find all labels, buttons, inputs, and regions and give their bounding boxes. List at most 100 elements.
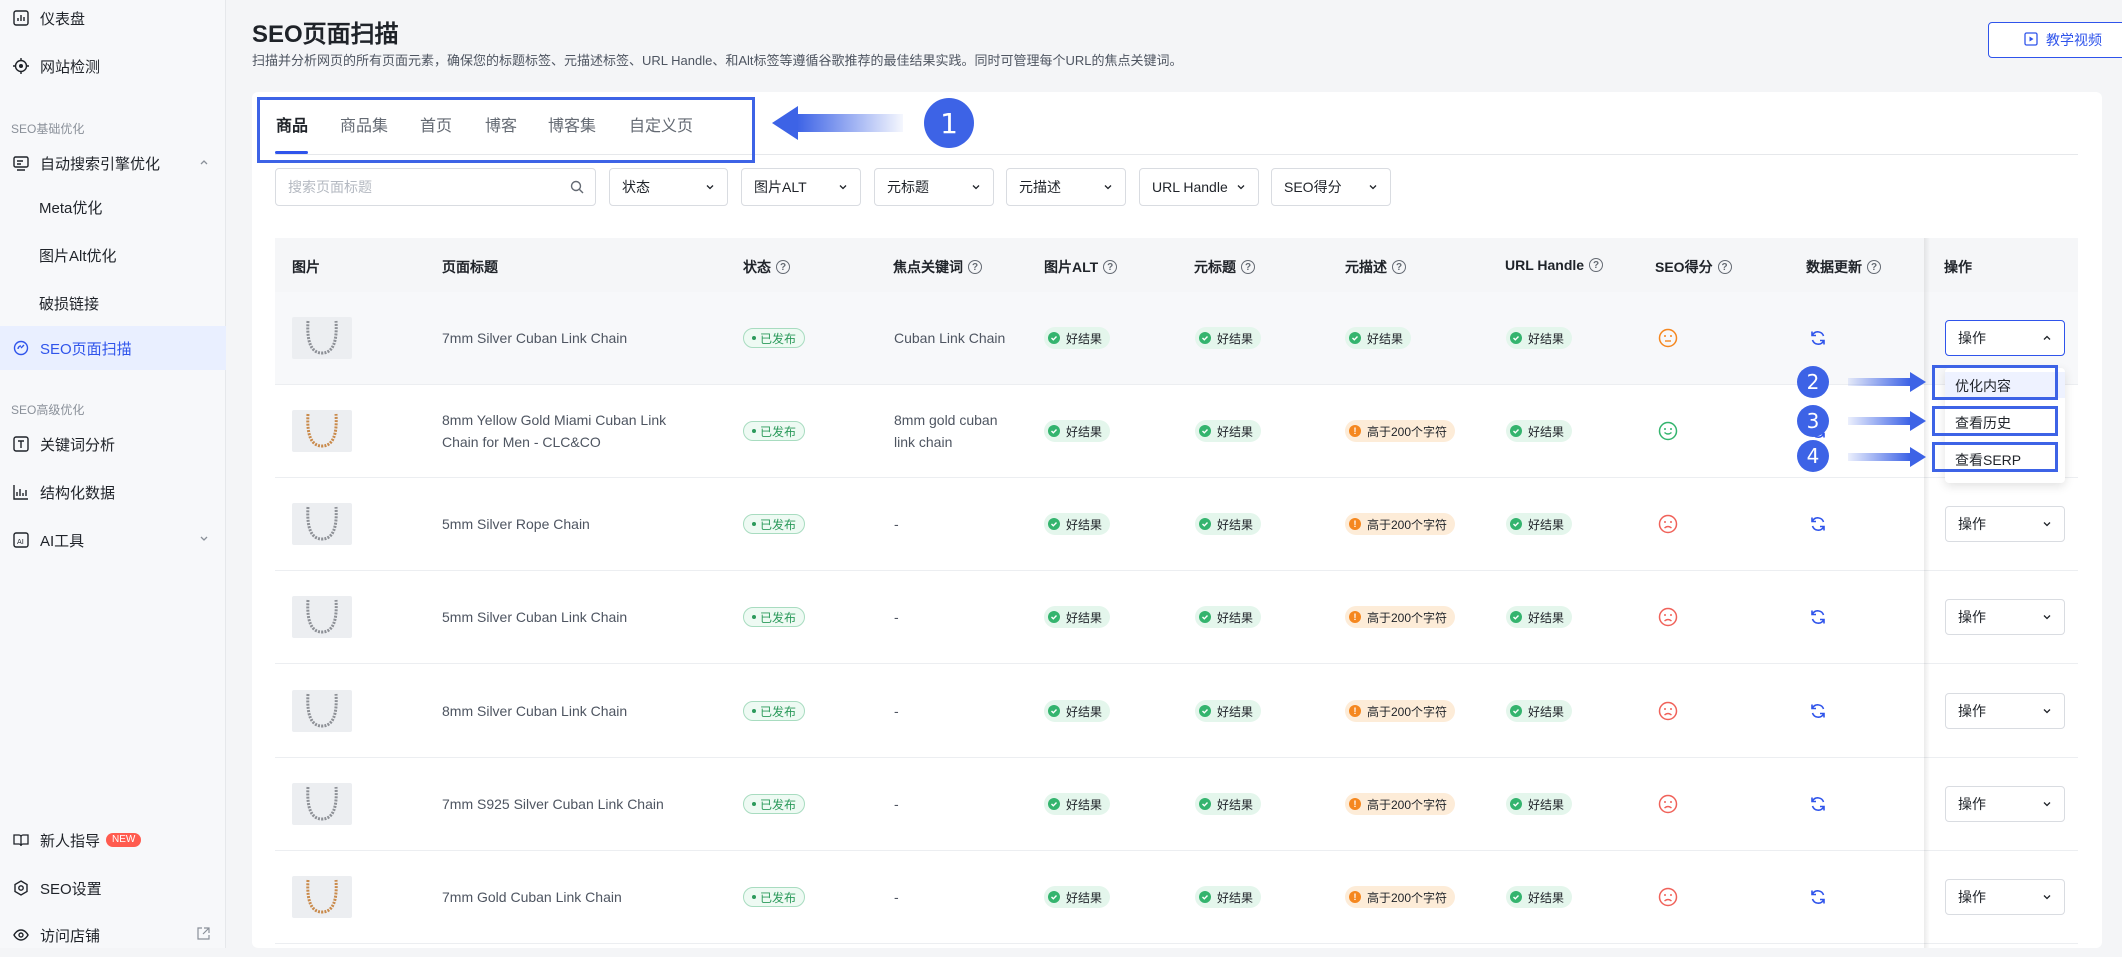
- action-select-label: 操作: [1958, 330, 1986, 346]
- meta-title-result-label: 好结果: [1217, 890, 1254, 905]
- help-icon[interactable]: ?: [1589, 258, 1604, 272]
- chevron-down-icon: [2042, 609, 2052, 625]
- status-label: 已发布: [760, 890, 797, 905]
- column-header-image: 图片: [292, 257, 320, 277]
- sidebar-item-structured-data[interactable]: 结构化数据: [0, 470, 226, 514]
- help-icon[interactable]: ?: [968, 260, 982, 274]
- status-label: 已发布: [760, 331, 797, 346]
- help-icon[interactable]: ?: [1241, 260, 1255, 274]
- column-header-label: 数据更新: [1806, 259, 1862, 275]
- refresh-icon[interactable]: [1809, 329, 1827, 347]
- sidebar-item-dashboard[interactable]: 仪表盘: [0, 0, 226, 40]
- group-title-basic: SEO基础优化: [11, 122, 85, 136]
- action-select[interactable]: 操作: [1945, 506, 2065, 542]
- column-header-label: 图片ALT: [1044, 259, 1099, 275]
- url-handle-result-label: 好结果: [1528, 517, 1565, 532]
- product-thumbnail: [292, 783, 352, 825]
- check-icon: [1199, 332, 1211, 344]
- sidebar-item-guide[interactable]: 新人指导 NEW: [0, 818, 226, 862]
- fixed-column-shadow: [1924, 238, 1930, 948]
- meta-desc-result-label: 高于200个字符: [1367, 610, 1448, 625]
- eye-icon: [12, 926, 30, 944]
- focus-keyword-cell: -: [894, 516, 899, 532]
- image-alt-filter[interactable]: 图片ALT: [741, 168, 861, 206]
- page-description: 扫描并分析网页的所有页面元素，确保您的标题标签、元描述标签、URL Handle…: [252, 53, 1183, 68]
- status-dot: [752, 336, 756, 340]
- sidebar-item-visit-store[interactable]: 访问店铺: [0, 913, 226, 957]
- page-title-cell[interactable]: 5mm Silver Rope Chain: [442, 513, 692, 535]
- url-handle-filter[interactable]: URL Handle: [1139, 168, 1259, 206]
- status-badge: 已发布: [743, 794, 806, 814]
- column-header-image-alt: 图片ALT?: [1044, 257, 1118, 277]
- page-title-cell[interactable]: 8mm Yellow Gold Miami Cuban Link Chain f…: [442, 409, 692, 453]
- refresh-icon[interactable]: [1809, 795, 1827, 813]
- meta-desc-filter-label: 元描述: [1019, 179, 1061, 195]
- page-title-cell[interactable]: 8mm Silver Cuban Link Chain: [442, 700, 692, 722]
- check-icon: [1048, 425, 1060, 437]
- check-icon: [1048, 611, 1060, 623]
- sidebar-item-image-alt[interactable]: 图片Alt优化: [0, 233, 226, 277]
- action-select[interactable]: 操作: [1945, 320, 2065, 356]
- sidebar-item-site-check[interactable]: 网站检测: [0, 44, 226, 88]
- refresh-icon[interactable]: [1809, 888, 1827, 906]
- meta-desc-filter[interactable]: 元描述: [1006, 168, 1126, 206]
- url-handle-result-label: 好结果: [1528, 610, 1565, 625]
- action-select[interactable]: 操作: [1945, 599, 2065, 635]
- action-select[interactable]: 操作: [1945, 786, 2065, 822]
- sidebar-item-ai-tools[interactable]: AI AI工具: [0, 518, 226, 562]
- action-select[interactable]: 操作: [1945, 879, 2065, 915]
- sidebar-item-keywords[interactable]: 关键词分析: [0, 422, 226, 466]
- page-title-cell[interactable]: 7mm Gold Cuban Link Chain: [442, 886, 692, 908]
- page-title-cell[interactable]: 5mm Silver Cuban Link Chain: [442, 606, 692, 628]
- column-header-label: SEO得分: [1655, 259, 1713, 275]
- action-select[interactable]: 操作: [1945, 693, 2065, 729]
- page-title-cell[interactable]: 7mm Silver Cuban Link Chain: [442, 327, 692, 349]
- sidebar-item-label: 访问店铺: [40, 927, 101, 945]
- url-handle-filter-label: URL Handle: [1152, 179, 1228, 195]
- status-filter[interactable]: 状态: [609, 168, 728, 206]
- image-alt-result-badge: 好结果: [1044, 886, 1111, 908]
- url-handle-result-badge: 好结果: [1506, 886, 1573, 908]
- meta-title-filter-label: 元标题: [887, 179, 929, 195]
- check-icon: [1199, 518, 1211, 530]
- refresh-icon[interactable]: [1809, 515, 1827, 533]
- seo-score-filter[interactable]: SEO得分: [1271, 168, 1391, 206]
- column-header-label: 元描述: [1345, 259, 1387, 275]
- refresh-icon[interactable]: [1809, 608, 1827, 626]
- sidebar-item-seo-settings[interactable]: SEO设置: [0, 866, 226, 910]
- help-icon[interactable]: ?: [776, 260, 790, 274]
- meta-title-result-label: 好结果: [1217, 424, 1254, 439]
- status-badge: 已发布: [743, 887, 806, 907]
- sidebar-item-auto-seo[interactable]: 自动搜索引擎优化: [0, 141, 226, 185]
- status-badge: 已发布: [743, 421, 806, 441]
- column-header-label: 页面标题: [442, 259, 498, 275]
- column-header-seo-score: SEO得分?: [1655, 257, 1732, 277]
- help-icon[interactable]: ?: [1103, 260, 1118, 274]
- search-input[interactable]: [275, 168, 596, 206]
- product-thumbnail: [292, 596, 352, 638]
- help-icon[interactable]: ?: [1867, 260, 1881, 274]
- refresh-icon[interactable]: [1809, 702, 1827, 720]
- url-handle-result-badge: 好结果: [1506, 327, 1573, 349]
- meta-title-result-badge: 好结果: [1195, 886, 1262, 908]
- url-handle-result-label: 好结果: [1528, 424, 1565, 439]
- chevron-down-icon: [198, 532, 210, 549]
- help-icon[interactable]: ?: [1392, 260, 1406, 274]
- annotation-marker-4: 4: [1797, 440, 1829, 472]
- sidebar-item-broken-links[interactable]: 破损链接: [0, 281, 226, 325]
- check-icon: [1349, 332, 1361, 344]
- seo-score-bad-face-icon: [1658, 701, 1678, 721]
- sidebar-item-seo-page-scan[interactable]: SEO页面扫描: [0, 326, 226, 370]
- chevron-down-icon: [2042, 516, 2052, 532]
- meta-desc-result-label: 高于200个字符: [1367, 890, 1448, 905]
- page-title-cell[interactable]: 7mm S925 Silver Cuban Link Chain: [442, 793, 692, 815]
- help-icon[interactable]: ?: [1717, 260, 1732, 274]
- meta-title-filter[interactable]: 元标题: [874, 168, 994, 206]
- sidebar-item-meta[interactable]: Meta优化: [0, 185, 226, 229]
- meta-title-result-badge: 好结果: [1195, 420, 1262, 442]
- product-thumbnail: [292, 410, 352, 452]
- chevron-down-icon: [838, 179, 848, 195]
- tutorial-video-button[interactable]: 教学视频: [1988, 22, 2122, 58]
- action-select-label: 操作: [1958, 516, 1986, 532]
- meta-title-result-label: 好结果: [1217, 797, 1254, 812]
